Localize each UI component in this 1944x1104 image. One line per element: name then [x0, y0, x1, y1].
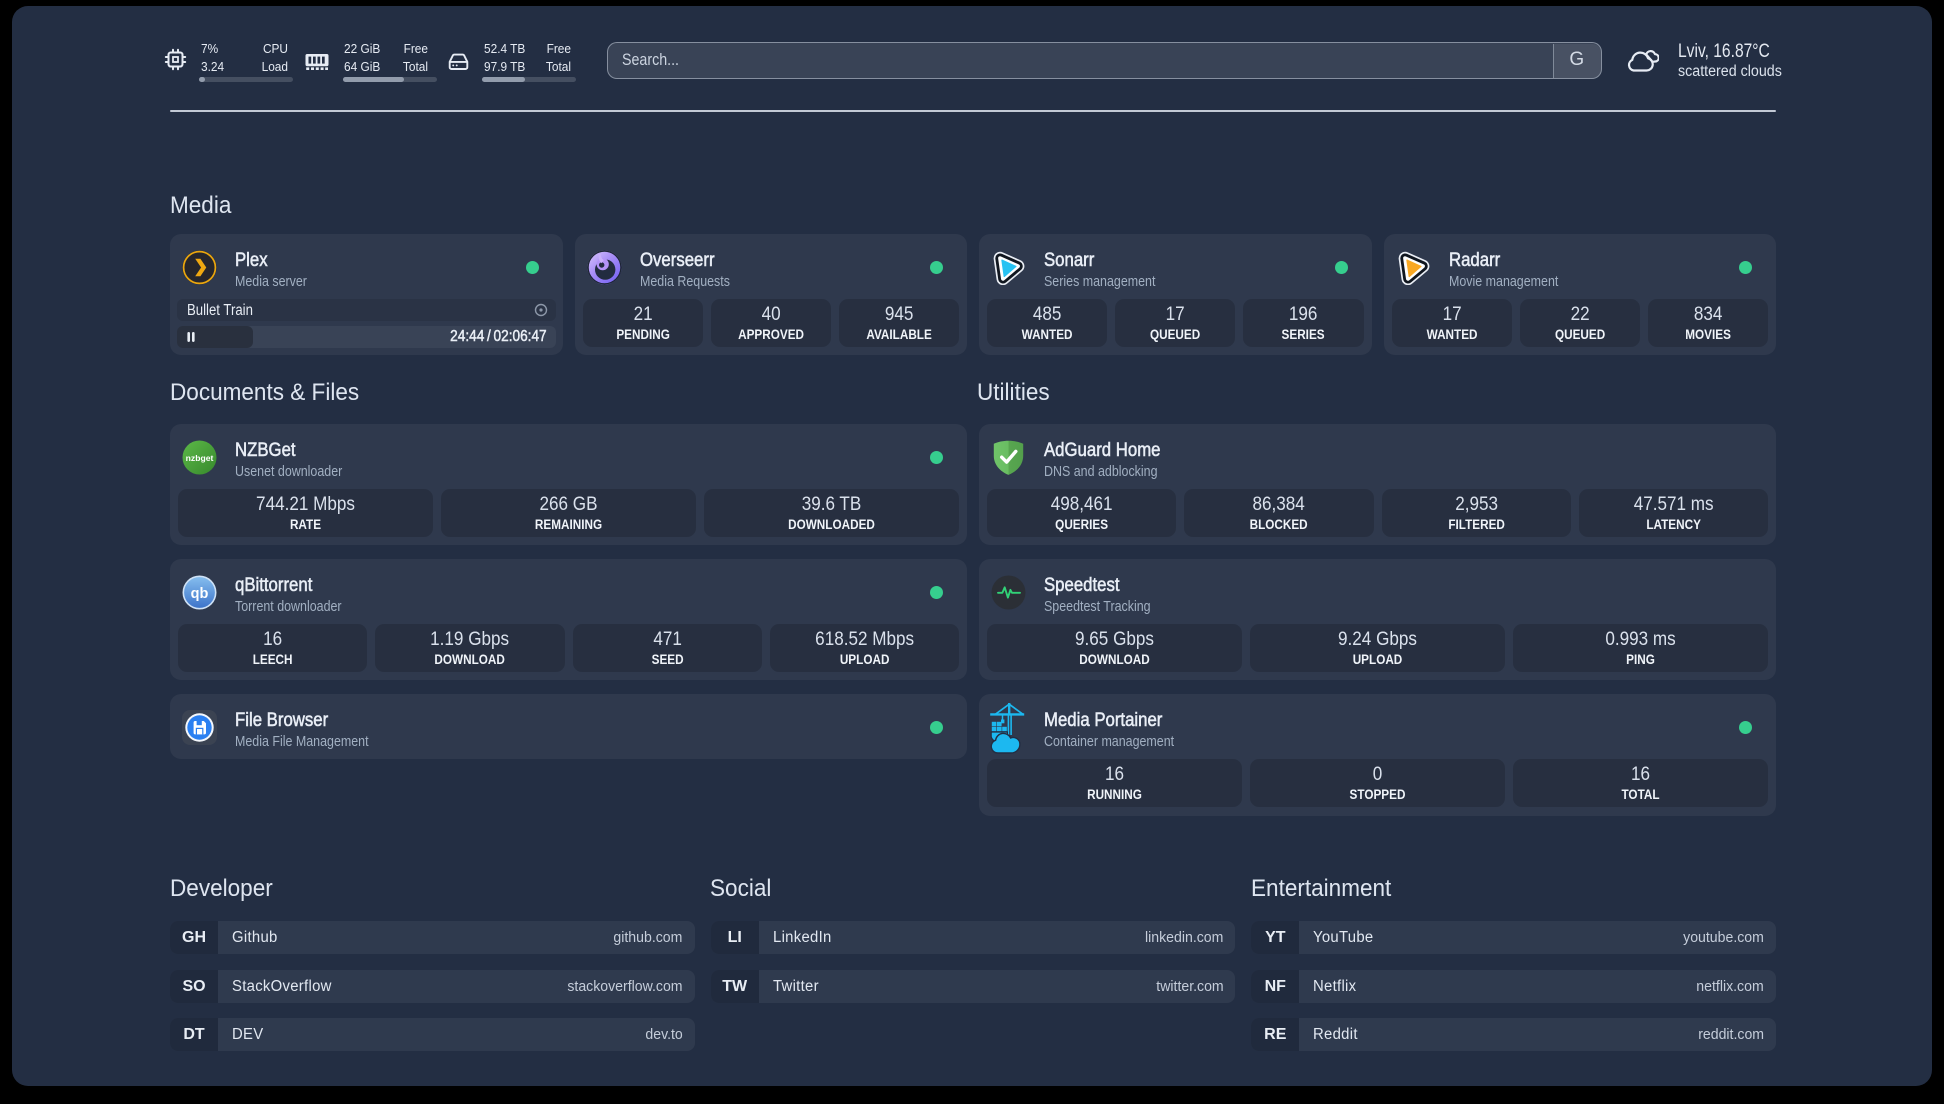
svg-text:nzbget: nzbget: [186, 453, 214, 463]
svg-text:qb: qb: [191, 586, 209, 602]
